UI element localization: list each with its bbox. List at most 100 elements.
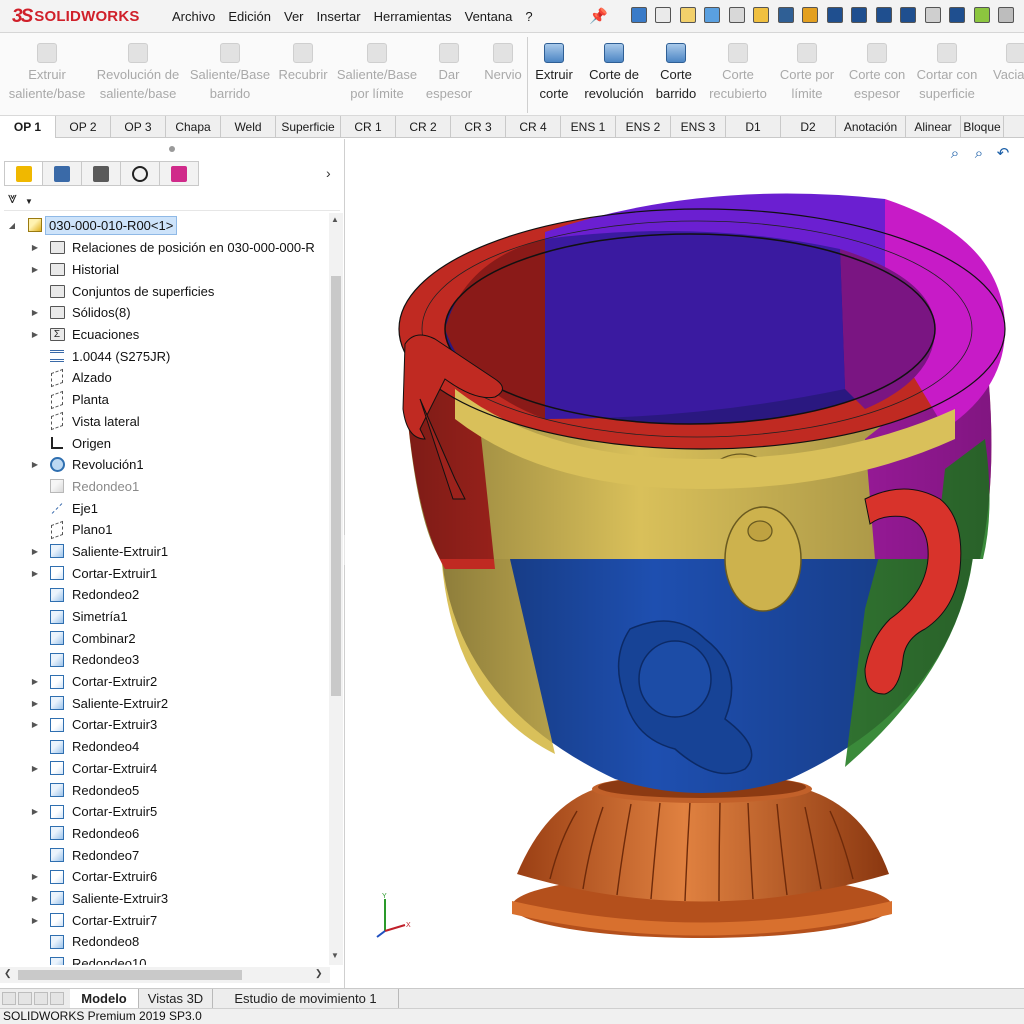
expand-arrow-icon[interactable]: ▶ <box>31 764 39 773</box>
tree-item-redondeo4[interactable]: Redondeo4 <box>0 736 330 758</box>
save-all-button[interactable] <box>849 4 870 26</box>
next-tab-icon[interactable] <box>34 992 48 1005</box>
tab-d1[interactable]: D1 <box>726 116 781 138</box>
expand-arrow-icon[interactable]: ▶ <box>31 894 39 903</box>
new-document-button[interactable] <box>653 4 674 26</box>
expand-arrow-icon[interactable]: ▶ <box>31 807 39 816</box>
ribbon-corte-barrido-button[interactable]: Corte barrido <box>651 43 701 103</box>
bottom-tab-modelo[interactable]: Modelo <box>70 989 139 1008</box>
assembly-button[interactable] <box>800 4 821 26</box>
expand-arrow-icon[interactable]: ▶ <box>31 720 39 729</box>
tree-root-part[interactable]: ◢ 030-000-010-R00<1> <box>0 213 330 237</box>
dimxpert-tab[interactable] <box>121 161 160 186</box>
property-manager-tab[interactable] <box>43 161 82 186</box>
tree-item-solidos-8[interactable]: ▶ Sólidos(8) <box>0 302 330 324</box>
tree-item-1-0044-s275jr[interactable]: 1.0044 (S275JR) <box>0 345 330 367</box>
tab-ens-1[interactable]: ENS 1 <box>561 116 616 138</box>
collapse-caret-icon[interactable]: ◢ <box>8 221 16 230</box>
tree-vertical-scrollbar[interactable]: ▲ ▼ <box>329 213 343 965</box>
tab-ens-3[interactable]: ENS 3 <box>671 116 726 138</box>
tree-item-eje1[interactable]: Eje1 <box>0 497 330 519</box>
tree-item-ecuaciones[interactable]: ▶ Σ Ecuaciones <box>0 324 330 346</box>
tree-item-redondeo2[interactable]: Redondeo2 <box>0 584 330 606</box>
display-manager-tab[interactable] <box>160 161 199 186</box>
bottom-tab-vistas-3d[interactable]: Vistas 3D <box>139 989 213 1008</box>
print-preview-button[interactable] <box>922 4 943 26</box>
open-button[interactable] <box>677 4 698 26</box>
tree-item-cortar-extruir7[interactable]: ▶ Cortar-Extruir7 <box>0 909 330 931</box>
tab-weld[interactable]: Weld <box>221 116 276 138</box>
scroll-thumb[interactable] <box>18 970 242 980</box>
menu-insertar[interactable]: Insertar <box>317 9 361 24</box>
ribbon-vaciado-button[interactable]: Vaciado <box>986 43 1024 84</box>
scroll-left-arrow-icon[interactable]: ❮ <box>4 968 12 979</box>
tree-item-cortar-extruir2[interactable]: ▶ Cortar-Extruir2 <box>0 671 330 693</box>
scroll-right-arrow-icon[interactable]: ❯ <box>315 968 323 979</box>
menu-ventana[interactable]: Ventana <box>465 9 513 24</box>
print-button[interactable] <box>947 4 968 26</box>
tab-cr-2[interactable]: CR 2 <box>396 116 451 138</box>
tree-item-redondeo8[interactable]: Redondeo8 <box>0 931 330 953</box>
tree-item-historial[interactable]: ▶ Historial <box>0 259 330 281</box>
tree-item-saliente-extruir3[interactable]: ▶ Saliente-Extruir3 <box>0 888 330 910</box>
feature-manager-tab[interactable] <box>4 161 43 186</box>
ribbon-corte-recubierto-button[interactable]: Corte recubierto <box>703 43 773 103</box>
tree-item-conjuntos-de-superficies[interactable]: Conjuntos de superficies <box>0 280 330 302</box>
tree-item-origen[interactable]: Origen <box>0 432 330 454</box>
scroll-thumb[interactable] <box>331 276 341 696</box>
undo-button[interactable] <box>996 4 1017 26</box>
tree-item-cortar-extruir3[interactable]: ▶ Cortar-Extruir3 <box>0 714 330 736</box>
expand-arrow-icon[interactable]: ▶ <box>31 677 39 686</box>
export-button[interactable] <box>898 4 919 26</box>
tree-item-redondeo3[interactable]: Redondeo3 <box>0 649 330 671</box>
pin-icon[interactable]: 📌 <box>589 7 608 25</box>
expand-arrow-icon[interactable]: ▶ <box>31 699 39 708</box>
ribbon-extruir-corte-button[interactable]: Extruir corte <box>530 43 578 103</box>
scroll-up-arrow-icon[interactable]: ▲ <box>331 215 339 224</box>
tree-item-redondeo5[interactable]: Redondeo5 <box>0 779 330 801</box>
tab-chapa[interactable]: Chapa <box>166 116 221 138</box>
select-button[interactable] <box>775 4 796 26</box>
ribbon-extruir-saliente-base-button[interactable]: Extruir saliente/base <box>0 43 94 103</box>
tree-item-relaciones-de-posicion-en-030-000-000-r[interactable]: ▶ Relaciones de posición en 030-000-000-R <box>0 237 330 259</box>
tree-item-redondeo7[interactable]: Redondeo7 <box>0 844 330 866</box>
solidworks-logo[interactable]: 3S SOLIDWORKS <box>0 0 156 33</box>
rebuild-button[interactable] <box>702 4 723 26</box>
tab-d2[interactable]: D2 <box>781 116 836 138</box>
tree-horizontal-scrollbar[interactable]: ❮ ❯ <box>0 967 330 983</box>
expand-arrow-icon[interactable]: ▶ <box>31 330 39 339</box>
tree-item-alzado[interactable]: Alzado <box>0 367 330 389</box>
tree-item-plano1[interactable]: Plano1 <box>0 519 330 541</box>
ribbon-corte-de-revolucion-button[interactable]: Corte de revolución <box>581 43 647 103</box>
tree-item-cortar-extruir6[interactable]: ▶ Cortar-Extruir6 <box>0 866 330 888</box>
ribbon-dar-espesor-button[interactable]: Dar espesor <box>422 43 476 103</box>
edrawings-button[interactable] <box>971 4 992 26</box>
tree-item-planta[interactable]: Planta <box>0 389 330 411</box>
tree-item-saliente-extruir2[interactable]: ▶ Saliente-Extruir2 <box>0 692 330 714</box>
tree-item-redondeo10[interactable]: Redondeo10 <box>0 953 330 965</box>
panel-collapse-handle[interactable] <box>169 146 175 152</box>
filter-icon[interactable]: ⩔ <box>8 191 17 207</box>
tab-op-2[interactable]: OP 2 <box>56 116 111 138</box>
expand-arrow-icon[interactable]: ▶ <box>31 547 39 556</box>
menu-archivo[interactable]: Archivo <box>172 9 215 24</box>
tree-item-combinar2[interactable]: Combinar2 <box>0 627 330 649</box>
cup-3d-model[interactable] <box>345 139 1024 988</box>
save-as-button[interactable] <box>873 4 894 26</box>
ribbon-corte-por-limite-button[interactable]: Corte por límite <box>774 43 840 103</box>
tab-cr-3[interactable]: CR 3 <box>451 116 506 138</box>
tab-op-3[interactable]: OP 3 <box>111 116 166 138</box>
tree-item-redondeo1[interactable]: Redondeo1 <box>0 476 330 498</box>
tree-item-cortar-extruir1[interactable]: ▶ Cortar-Extruir1 <box>0 562 330 584</box>
options-button[interactable] <box>726 4 747 26</box>
tree-item-cortar-extruir4[interactable]: ▶ Cortar-Extruir4 <box>0 758 330 780</box>
tab-cr-4[interactable]: CR 4 <box>506 116 561 138</box>
chevron-down-icon[interactable]: ▼ <box>25 197 33 206</box>
tree-item-vista-lateral[interactable]: Vista lateral <box>0 411 330 433</box>
ribbon-cortar-con-superficie-button[interactable]: Cortar con superficie <box>911 43 983 103</box>
ribbon-revolucion-de-saliente-base-button[interactable]: Revolución de saliente/base <box>90 43 186 103</box>
tab-bloque[interactable]: Bloque <box>961 116 1004 138</box>
bottom-tab-estudio-de-movimiento-1[interactable]: Estudio de movimiento 1 <box>213 989 399 1008</box>
expand-arrow-icon[interactable]: ▶ <box>31 872 39 881</box>
tree-item-simetria1[interactable]: Simetría1 <box>0 606 330 628</box>
